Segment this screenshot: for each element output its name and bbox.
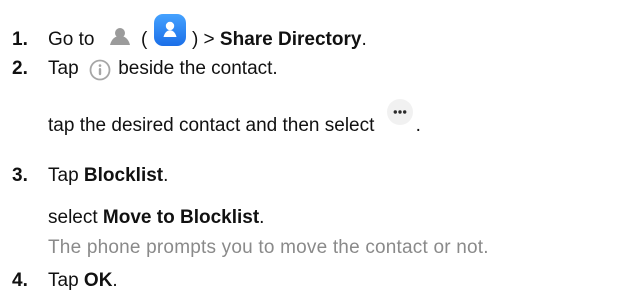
step-number: 2.: [12, 58, 28, 79]
step-text: Tap beside the contact.: [48, 57, 278, 81]
step-number: 4.: [12, 270, 28, 291]
paren-open: (: [141, 29, 148, 51]
move-to-blocklist-text: Move to Blocklist: [102, 207, 260, 228]
step-number: 3.: [12, 165, 28, 186]
select-text: select: [48, 207, 98, 228]
beside-contact-text: beside the contact.: [118, 58, 278, 79]
detail-text: tap the desired contact and then select: [48, 115, 375, 137]
ok-text: OK: [83, 270, 113, 291]
step-2-detail: tap the desired contact and then select …: [48, 99, 421, 140]
period: .: [163, 165, 169, 186]
step-4: 4. Tap OK.: [12, 269, 118, 293]
step-3-note: The phone prompts you to move the contac…: [48, 237, 489, 258]
tap-text: Tap: [48, 58, 79, 79]
tap-text: Tap: [48, 165, 79, 186]
share-directory-text: Share Directory: [219, 29, 362, 51]
paren-close-arrow: ) >: [191, 29, 215, 51]
period: .: [112, 270, 118, 291]
person-icon: [106, 26, 134, 46]
blocklist-text: Blocklist: [83, 165, 164, 186]
period: .: [259, 207, 265, 228]
instruction-page: 1. Go to () > Share Directory. 2. Tap b…: [0, 0, 618, 300]
contacts-app-icon: [153, 13, 187, 47]
step-number: 1.: [12, 29, 28, 50]
go-to-text: Go to: [48, 29, 95, 51]
step-1: 1. Go to () > Share Directory.: [12, 14, 367, 57]
more-icon: [386, 98, 414, 126]
step-text: Tap Blocklist.: [48, 164, 168, 188]
detail-period: .: [415, 115, 421, 137]
step-3-detail: select Move to Blocklist.: [48, 206, 264, 230]
step-text: Tap OK.: [48, 269, 118, 293]
step-2: 2. Tap beside the contact.: [12, 57, 278, 81]
period: .: [361, 29, 367, 51]
tap-text: Tap: [48, 270, 79, 291]
step-3: 3. Tap Blocklist.: [12, 164, 168, 188]
info-icon: [89, 59, 111, 81]
step-text: Go to () > Share Directory.: [48, 14, 367, 57]
